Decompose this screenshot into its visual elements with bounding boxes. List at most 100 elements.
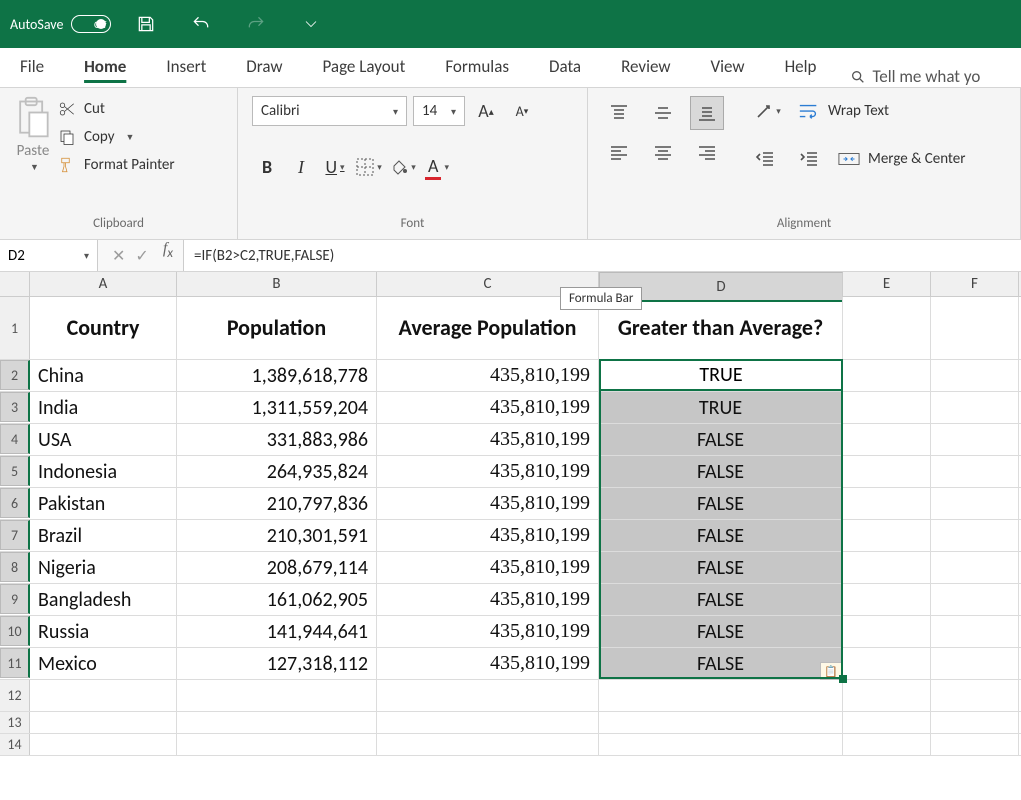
cell[interactable] [30,680,177,711]
font-name-select[interactable]: Calibri▾ [252,96,407,126]
cell[interactable] [177,680,377,711]
row-header[interactable]: 14 [0,734,30,755]
wrap-text-button[interactable]: Wrap Text [798,102,889,120]
decrease-font-button[interactable]: A▾ [507,96,537,126]
cell[interactable] [931,616,1019,647]
cell[interactable]: TRUE [599,392,843,423]
col-header-B[interactable]: B [177,272,377,296]
cell[interactable]: 141,944,641 [177,616,377,647]
cell[interactable]: FALSE [599,488,843,519]
row-header[interactable]: 8 [0,552,30,582]
cell[interactable]: India [30,392,177,423]
cell[interactable]: FALSE [599,616,843,647]
cell[interactable]: Indonesia [30,456,177,487]
row-header[interactable]: 10 [0,616,30,646]
bold-button[interactable]: B [252,152,282,182]
align-bottom-button[interactable] [690,96,724,130]
cell[interactable]: 435,810,199 [377,552,599,583]
cell[interactable]: 435,810,199 [377,648,599,679]
cell[interactable]: Russia [30,616,177,647]
autosave-toggle[interactable]: AutoSave Off [10,15,111,33]
cell[interactable] [843,584,931,615]
cell[interactable] [931,456,1019,487]
tab-view[interactable]: View [705,50,751,87]
cell[interactable]: 1,311,559,204 [177,392,377,423]
cell[interactable] [843,488,931,519]
tell-me-search[interactable]: Tell me what yo [850,66,980,87]
cell[interactable]: Mexico [30,648,177,679]
tab-data[interactable]: Data [543,50,587,87]
undo-icon[interactable] [181,4,221,44]
cell[interactable]: FALSE [599,552,843,583]
tab-help[interactable]: Help [779,50,823,87]
cell[interactable] [843,552,931,583]
cell[interactable]: FALSE [599,520,843,551]
cell[interactable] [931,520,1019,551]
cell[interactable]: 210,301,591 [177,520,377,551]
save-icon[interactable] [126,4,166,44]
cell[interactable] [843,680,931,711]
tab-page-layout[interactable]: Page Layout [317,50,412,87]
font-size-select[interactable]: 14▾ [413,96,465,126]
cell[interactable]: Bangladesh [30,584,177,615]
increase-indent-button[interactable] [794,144,824,174]
worksheet[interactable]: A B C D E F 1 Country Population Average… [0,272,1021,756]
cell[interactable]: 435,810,199 [377,520,599,551]
cancel-formula-icon[interactable]: ✕ [112,246,125,266]
cut-button[interactable]: Cut [58,100,175,118]
cell[interactable] [931,584,1019,615]
align-middle-button[interactable] [646,96,680,130]
cell[interactable] [843,424,931,455]
cell[interactable]: Brazil [30,520,177,551]
tab-file[interactable]: File [14,50,50,87]
cell[interactable] [931,297,1019,359]
cell[interactable] [843,648,931,679]
toggle-switch[interactable]: Off [71,15,111,33]
col-header-E[interactable]: E [843,272,931,296]
row-header[interactable]: 5 [0,456,30,486]
col-header-A[interactable]: A [30,272,177,296]
borders-button[interactable]: ▾ [354,152,384,182]
tab-formulas[interactable]: Formulas [439,50,515,87]
row-header[interactable]: 9 [0,584,30,614]
row-header[interactable]: 4 [0,424,30,454]
merge-center-button[interactable]: Merge & Center [838,150,966,168]
cell[interactable] [931,552,1019,583]
align-left-button[interactable] [602,136,636,170]
cell[interactable]: 127,318,112 [177,648,377,679]
cell[interactable]: 264,935,824 [177,456,377,487]
cell[interactable] [377,680,599,711]
font-color-button[interactable]: A▾ [422,152,452,182]
row-header[interactable]: 3 [0,392,30,422]
fx-icon[interactable]: fx [163,240,183,271]
cell[interactable] [931,648,1019,679]
tab-home[interactable]: Home [78,50,132,87]
cell[interactable]: 161,062,905 [177,584,377,615]
cell[interactable]: FALSE [599,424,843,455]
col-header-F[interactable]: F [931,272,1019,296]
cell[interactable]: 210,797,836 [177,488,377,519]
cell[interactable] [931,424,1019,455]
cell[interactable] [843,520,931,551]
header-cell[interactable]: Country [30,297,177,359]
name-box[interactable]: D2▾ [0,240,98,271]
row-header[interactable]: 2 [0,360,30,390]
cell[interactable] [931,488,1019,519]
cell[interactable]: China [30,360,177,391]
decrease-indent-button[interactable] [750,144,780,174]
row-header[interactable]: 13 [0,712,30,733]
cell[interactable] [599,360,843,391]
row-header[interactable]: 1 [0,297,30,359]
format-painter-button[interactable]: Format Painter [58,156,175,174]
header-cell[interactable]: Population [177,297,377,359]
row-header[interactable]: 7 [0,520,30,550]
cell[interactable] [843,360,931,391]
cell[interactable] [599,680,843,711]
customize-dropdown-icon[interactable] [291,4,331,44]
cell[interactable] [843,456,931,487]
cell[interactable] [843,297,931,359]
cell[interactable]: 435,810,199 [377,424,599,455]
cell[interactable]: FALSE [599,584,843,615]
cell[interactable] [843,616,931,647]
cell[interactable]: 435,810,199 [377,392,599,423]
